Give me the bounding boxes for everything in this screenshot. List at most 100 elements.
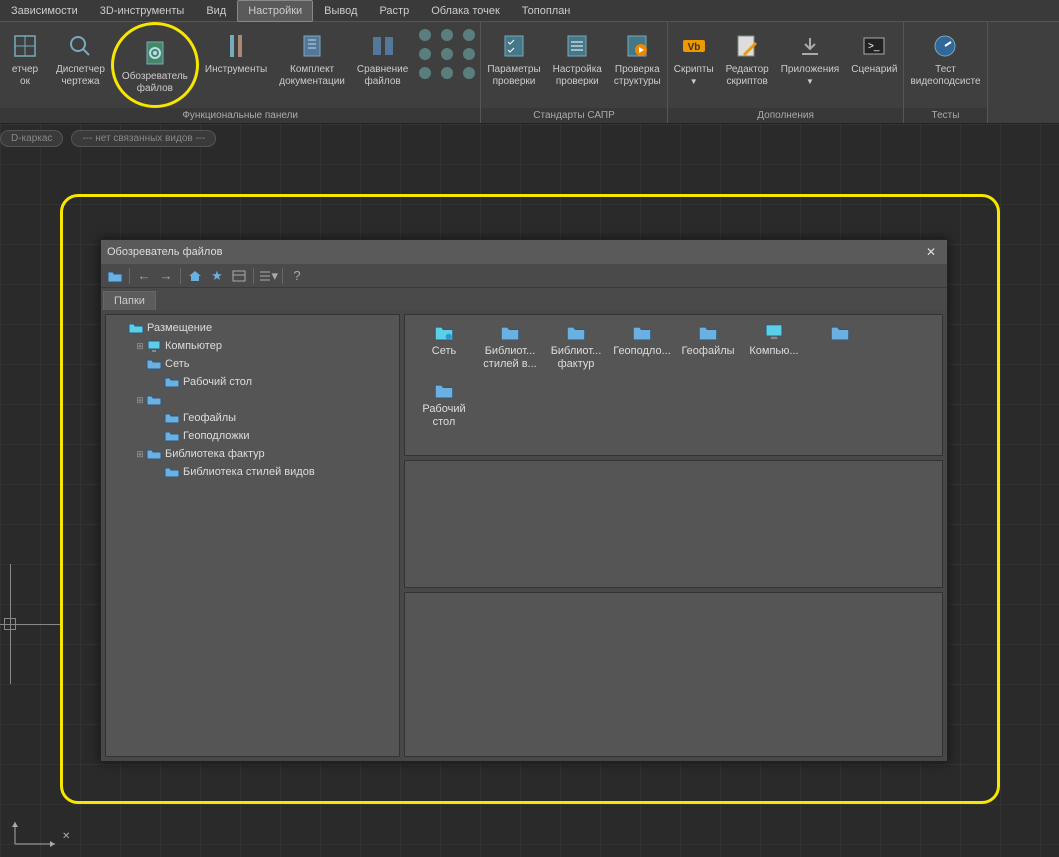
chip[interactable]: --- нет связанных видов --- — [71, 130, 216, 147]
ribbon-label: Обозревательфайлов — [122, 71, 188, 95]
file-item[interactable] — [807, 321, 873, 371]
tree-item[interactable]: Сеть — [106, 355, 399, 373]
ribbon-label: Приложения▼ — [781, 64, 840, 88]
tree-item[interactable]: Рабочий стол — [106, 373, 399, 391]
tree-item[interactable]: ⊞ Компьютер — [106, 337, 399, 355]
close-icon[interactable]: ✕ — [921, 242, 941, 262]
file-label: Компью... — [749, 345, 798, 358]
menu-item-4[interactable]: Вывод — [313, 0, 368, 22]
menu-item-6[interactable]: Облака точек — [420, 0, 511, 22]
ribbon-btn-magnify[interactable]: Диспетчерчертежа — [50, 22, 111, 108]
ribbon-btn-gauge[interactable]: Тествидеоподсисте — [904, 22, 986, 108]
detail-pane-1[interactable] — [404, 460, 943, 588]
small-icon[interactable] — [438, 26, 456, 44]
gear-doc-icon — [141, 39, 169, 67]
folder-icon — [628, 321, 656, 343]
small-icon[interactable] — [460, 26, 478, 44]
compare-icon — [369, 32, 397, 60]
ribbon-btn-checklist[interactable]: Параметрыпроверки — [481, 22, 546, 108]
expander-icon[interactable]: ⊞ — [134, 449, 146, 460]
vb-icon: Vb — [680, 32, 708, 60]
tree-label: Компьютер — [165, 340, 222, 352]
file-item[interactable]: Библиот...фактур — [543, 321, 609, 371]
file-item[interactable]: Сеть — [411, 321, 477, 371]
svg-text:✕: ✕ — [62, 831, 70, 842]
file-item[interactable]: Библиот...стилей в... — [477, 321, 543, 371]
forward-icon[interactable]: → — [156, 266, 176, 286]
small-icon[interactable] — [416, 64, 434, 82]
folder-icon — [496, 321, 524, 343]
small-icon[interactable] — [416, 26, 434, 44]
ribbon-btn-vb[interactable]: Vb Скрипты▼ — [668, 22, 720, 108]
details-icon[interactable] — [229, 266, 249, 286]
file-item[interactable]: Рабочий стол — [411, 379, 477, 429]
menubar: Зависимости3D-инструментыВидНастройкиВыв… — [0, 0, 1059, 22]
ribbon-btn-book[interactable]: Комплектдокументации — [273, 22, 351, 108]
canvas-area[interactable]: D-каркас --- нет связанных видов --- Обоз… — [0, 124, 1059, 857]
tree-label: Сеть — [165, 358, 189, 370]
star-icon[interactable]: ★ — [207, 266, 227, 286]
menu-item-7[interactable]: Топоплан — [511, 0, 582, 22]
expander-icon[interactable]: ⊞ — [134, 341, 146, 352]
folder-icon — [826, 321, 854, 343]
small-icon[interactable] — [416, 45, 434, 63]
dialog-titlebar[interactable]: Обозреватель файлов ✕ — [101, 240, 947, 264]
tabstrip: Папки — [101, 288, 947, 310]
ribbon-group-title: Тесты — [904, 108, 986, 123]
ribbon-label: Скрипты▼ — [674, 64, 714, 88]
chip[interactable]: D-каркас — [0, 130, 63, 147]
tree-item[interactable]: ⊞ — [106, 391, 399, 409]
file-item[interactable]: Геоподло... — [609, 321, 675, 371]
ribbon-group-3: ТествидеоподсистеТесты — [904, 22, 987, 123]
tree-item[interactable]: Размещение — [106, 319, 399, 337]
folder-open-icon[interactable] — [105, 266, 125, 286]
ribbon-btn-checkplay[interactable]: Проверкаструктуры — [608, 22, 667, 108]
file-label: Сеть — [432, 345, 456, 358]
menu-item-0[interactable]: Зависимости — [0, 0, 89, 22]
small-icon[interactable] — [460, 45, 478, 63]
tree-item[interactable]: Геофайлы — [106, 409, 399, 427]
expander-icon[interactable]: ⊞ — [134, 395, 146, 406]
list-icon[interactable]: ▾ — [258, 266, 278, 286]
ribbon-btn-checklist2[interactable]: Настройкапроверки — [547, 22, 608, 108]
checklist-icon — [500, 32, 528, 60]
tab-folders[interactable]: Папки — [103, 291, 156, 310]
menu-item-2[interactable]: Вид — [195, 0, 237, 22]
menu-item-3[interactable]: Настройки — [237, 0, 313, 22]
file-item[interactable]: Геофайлы — [675, 321, 741, 371]
tree-item[interactable]: ⊞Библиотека фактур — [106, 445, 399, 463]
home-icon[interactable] — [185, 266, 205, 286]
tree-item[interactable]: Библиотека стилей видов — [106, 463, 399, 481]
folder-icon — [164, 429, 180, 443]
ribbon-btn-edit[interactable]: Редакторскриптов — [720, 22, 775, 108]
menu-item-5[interactable]: Растр — [368, 0, 420, 22]
dialog-toolbar: ← → ★ ▾ ? — [101, 264, 947, 288]
tree-pane[interactable]: Размещение ⊞ Компьютер Сеть Рабочий стол ⊞ Гео… — [105, 314, 400, 757]
folder-icon — [146, 393, 162, 407]
folder-icon — [164, 411, 180, 425]
back-icon[interactable]: ← — [134, 266, 154, 286]
icon-pane[interactable]: Сеть Библиот...стилей в...Библиот...факту… — [404, 314, 943, 456]
ribbon-btn-compare[interactable]: Сравнениефайлов — [351, 22, 414, 108]
tree-item[interactable]: Геоподложки — [106, 427, 399, 445]
ribbon-btn-down[interactable]: Приложения▼ — [775, 22, 846, 108]
ribbon-group-title: Функциональные панели — [0, 108, 480, 123]
file-label: Рабочий стол — [413, 403, 475, 429]
chip-row: D-каркас --- нет связанных видов --- — [0, 124, 1059, 147]
help-icon[interactable]: ? — [287, 266, 307, 286]
ribbon-label: Редакторскриптов — [726, 64, 769, 88]
ribbon-btn-grid[interactable]: етчерок — [0, 22, 50, 108]
folder-icon — [146, 447, 162, 461]
detail-pane-2[interactable] — [404, 592, 943, 757]
folder-icon — [164, 465, 180, 479]
menu-item-1[interactable]: 3D-инструменты — [89, 0, 196, 22]
small-icon[interactable] — [438, 45, 456, 63]
folder-icon — [164, 375, 180, 389]
ribbon-btn-gear-doc[interactable]: Обозревательфайлов — [111, 22, 199, 108]
small-icon[interactable] — [460, 64, 478, 82]
ribbon-btn-terminal[interactable]: >_Сценарий — [845, 22, 903, 108]
ribbon-btn-tools[interactable]: Инструменты — [199, 22, 273, 108]
file-item[interactable]: Компью... — [741, 321, 807, 371]
computer-icon — [146, 339, 162, 353]
small-icon[interactable] — [438, 64, 456, 82]
